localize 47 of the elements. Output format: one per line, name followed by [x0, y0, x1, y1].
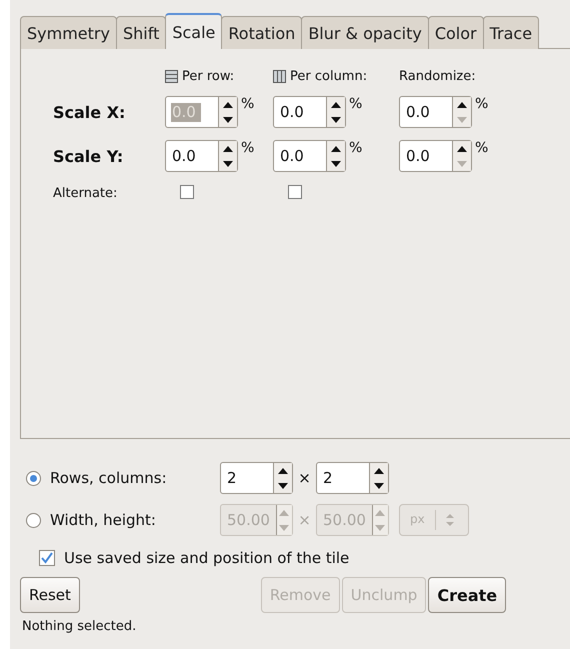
checkbox-label: Use saved size and position of the tile — [64, 549, 350, 567]
column-header: Randomize: — [399, 69, 476, 84]
spin-arrows[interactable] — [218, 97, 237, 127]
spin-field[interactable]: 2 — [316, 462, 389, 494]
checkbox[interactable] — [39, 550, 55, 566]
button[interactable]: Create — [428, 577, 506, 613]
spin-arrows[interactable] — [273, 463, 292, 493]
row-label: Scale Y: — [52, 146, 124, 166]
row-label: Scale X: — [52, 102, 126, 122]
button[interactable]: Reset — [20, 577, 80, 613]
spin-arrows-icon — [446, 514, 454, 526]
column-header: Per row: — [182, 69, 234, 84]
tab[interactable]: Shift — [116, 16, 166, 49]
option-label: Width, height: — [49, 511, 157, 529]
tab[interactable]: Color — [428, 16, 484, 49]
spin-field[interactable]: 0.0 — [273, 96, 346, 128]
percent-label: % — [475, 140, 488, 156]
rows-icon — [165, 70, 178, 83]
percent-label: % — [349, 140, 362, 156]
tab[interactable]: Symmetry — [20, 16, 117, 49]
times-sign: × — [297, 511, 312, 529]
spin-arrows[interactable] — [218, 141, 237, 171]
status-text: Nothing selected. — [21, 618, 138, 634]
spin-field[interactable]: 0.0 — [273, 140, 346, 172]
spin-field[interactable]: 0.0 — [399, 140, 472, 172]
times-sign: × — [297, 469, 312, 487]
percent-label: % — [475, 96, 488, 112]
spin-field[interactable]: 0.0 — [165, 140, 238, 172]
tab[interactable]: Trace — [482, 16, 540, 49]
tab[interactable]: Scale — [165, 13, 222, 49]
percent-label: % — [241, 96, 254, 112]
tab[interactable]: Rotation — [221, 16, 302, 49]
checkbox[interactable] — [288, 185, 302, 199]
spin-field[interactable]: 0.0 — [399, 96, 472, 128]
spin-field[interactable]: 2 — [220, 462, 293, 494]
columns-icon — [273, 70, 286, 83]
percent-label: % — [241, 140, 254, 156]
percent-label: % — [349, 96, 362, 112]
spin-arrows[interactable] — [369, 463, 388, 493]
checkbox[interactable] — [180, 185, 194, 199]
spin-arrows[interactable] — [326, 97, 345, 127]
column-header: Per column: — [290, 69, 368, 84]
alternate-label: Alternate: — [52, 186, 118, 201]
radio-button[interactable] — [26, 470, 41, 486]
option-label: Rows, columns: — [49, 469, 168, 487]
spin-arrows[interactable] — [326, 141, 345, 171]
tab[interactable]: Blur & opacity — [301, 16, 429, 49]
